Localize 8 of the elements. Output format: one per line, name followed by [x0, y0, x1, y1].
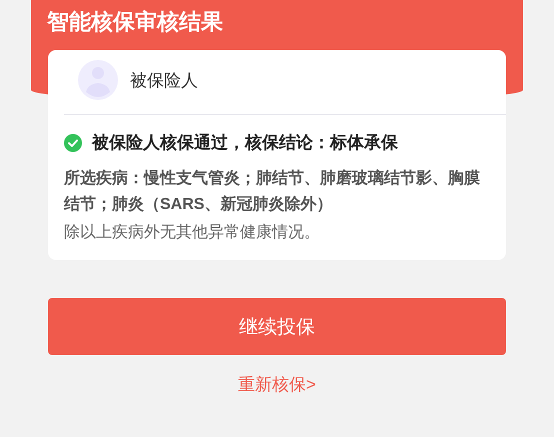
selected-diseases: 所选疾病：慢性支气管炎；肺结节、肺磨玻璃结节影、胸膜结节；肺炎（SARS、新冠肺炎除外） [64, 168, 481, 215]
retry-link[interactable]: 重新核保> [238, 373, 316, 396]
continue-button[interactable]: 继续投保 [48, 298, 506, 355]
page-title: 智能核保审核结果 [47, 8, 224, 36]
result-headline: 被保险人核保通过，核保结论：标体承保 [92, 132, 398, 154]
health-note: 除以上疾病外无其他异常健康情况。 [64, 222, 321, 243]
avatar-icon [78, 60, 118, 100]
insured-label: 被保险人 [130, 70, 198, 92]
